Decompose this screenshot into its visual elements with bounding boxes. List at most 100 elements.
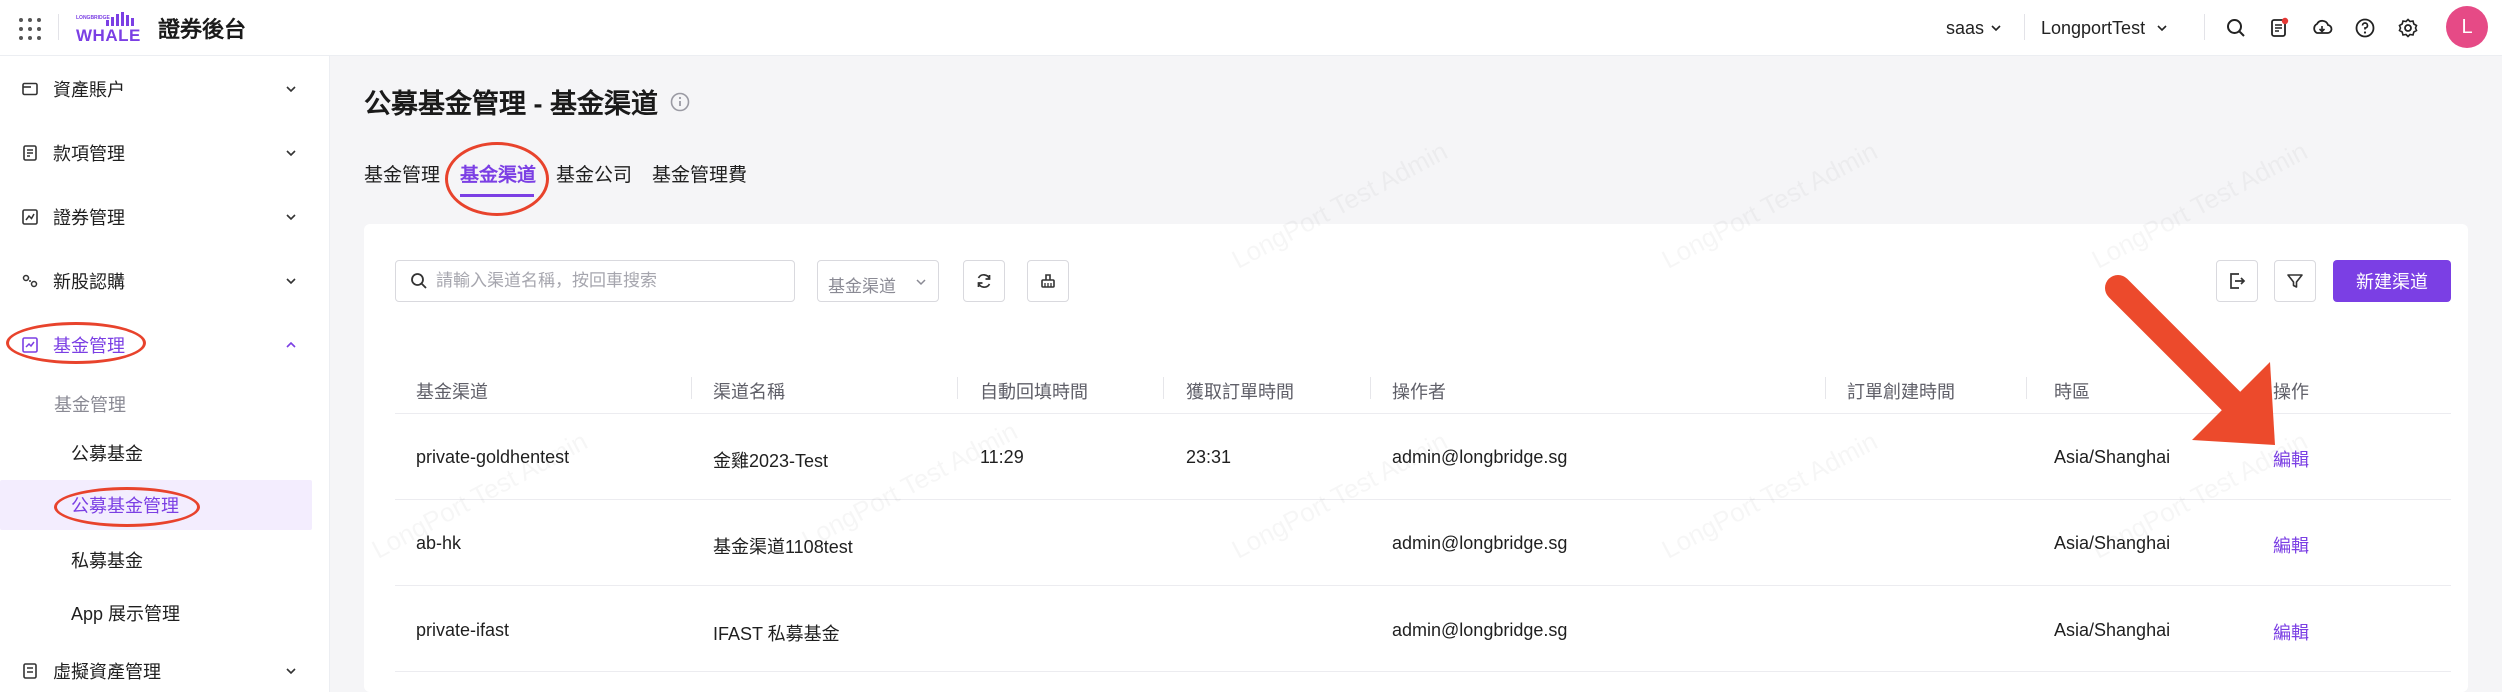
help-icon[interactable]	[2352, 15, 2378, 41]
sidebar-item-fund-management[interactable]: 基金管理	[0, 320, 330, 370]
logo-word: WHALE	[76, 26, 141, 45]
column-divider	[2026, 377, 2027, 399]
cell-timezone: Asia/Shanghai	[2054, 620, 2171, 640]
sidebar: 資產賬户 款項管理 證券管理 新股認購 基金管理 基金管理 公募基金 公募基金管…	[0, 56, 330, 692]
ledger-icon	[23, 145, 37, 161]
sidebar-item-ipo[interactable]: 新股認購	[0, 256, 330, 306]
cell-channel-name: IFAST 私募基金	[713, 624, 840, 644]
app-title: 證券後台	[158, 17, 247, 42]
apps-grid-icon[interactable]	[14, 14, 42, 42]
chart-icon	[22, 209, 38, 225]
channel-filter-value: 基金渠道	[828, 277, 896, 296]
top-bar: LONGBRIDGE WHALE 證券後台 saas LongportTest …	[0, 0, 2502, 56]
column-header-operator: 操作者	[1392, 382, 1446, 402]
clear-button[interactable]	[1027, 260, 1069, 302]
chevron-down-icon	[916, 279, 926, 286]
annotation-arrow-icon	[2105, 275, 2275, 445]
cell-fetch-order-time: 23:31	[1186, 447, 1232, 467]
sidebar-subitem-public-fund-management[interactable]: 公募基金管理	[0, 480, 330, 530]
chevron-down-icon	[286, 214, 296, 221]
column-divider	[1370, 377, 1371, 399]
logo-small-text: LONGBRIDGE	[76, 15, 110, 21]
active-tab-indicator	[460, 194, 534, 197]
chevron-down-icon	[286, 86, 296, 93]
column-divider	[691, 377, 692, 399]
tenant-selector-label: saas	[1946, 17, 1985, 38]
cell-channel: ab-hk	[416, 533, 462, 553]
broom-icon	[1041, 274, 1055, 288]
sidebar-item-virtual-assets[interactable]: 虛擬資產管理	[0, 646, 330, 692]
logo[interactable]: LONGBRIDGE WHALE	[76, 9, 144, 45]
cell-channel: private-goldhentest	[416, 447, 570, 467]
channel-filter-select[interactable]: 基金渠道	[817, 260, 939, 302]
chevron-down-icon	[286, 668, 296, 675]
settings-icon[interactable]	[2395, 15, 2421, 41]
search-box[interactable]	[395, 260, 795, 302]
tab-fund-company[interactable]: 基金公司	[556, 160, 632, 187]
account-selector-label: LongportTest	[2041, 17, 2146, 38]
table-row: private-ifast IFAST 私募基金 admin@longbridg…	[395, 586, 2451, 672]
chevron-down-icon	[2157, 25, 2167, 32]
sidebar-item-assets[interactable]: 資產賬户	[0, 64, 330, 114]
cell-timezone: Asia/Shanghai	[2054, 533, 2171, 553]
chevron-down-icon	[286, 278, 296, 285]
sidebar-item-securities[interactable]: 證券管理	[0, 192, 330, 242]
avatar[interactable]: L	[2446, 6, 2488, 48]
refresh-icon	[977, 274, 991, 288]
new-channel-button[interactable]: 新建渠道	[2333, 260, 2451, 302]
column-divider	[957, 377, 958, 399]
sidebar-group-label: 基金管理	[54, 395, 126, 415]
cell-operator: admin@longbridge.sg	[1392, 533, 1568, 553]
table-row: ab-hk 基金渠道1108test admin@longbridge.sg A…	[395, 500, 2451, 586]
avatar-initial: L	[2461, 15, 2473, 38]
sidebar-item-label: 資產賬户	[53, 80, 125, 100]
column-header-fetch-order-time: 獲取訂單時間	[1186, 382, 1294, 402]
column-header-timezone: 時區	[2054, 382, 2090, 402]
page-title: 公募基金管理 - 基金渠道	[364, 89, 658, 119]
sidebar-subitem-label: 公募基金	[71, 444, 143, 464]
tenant-selector[interactable]: saas	[1946, 0, 2003, 56]
sidebar-item-label: 證券管理	[53, 208, 125, 228]
search-icon	[411, 273, 427, 289]
document-notification-icon[interactable]	[2266, 15, 2292, 41]
fund-icon	[22, 337, 38, 353]
tab-fund-management[interactable]: 基金管理	[364, 160, 440, 187]
sidebar-item-label: 新股認購	[53, 272, 125, 292]
cell-operator: admin@longbridge.sg	[1392, 447, 1568, 467]
sidebar-item-label: 款項管理	[53, 144, 125, 164]
sidebar-subitem-app-display[interactable]: App 展示管理	[0, 588, 330, 638]
sidebar-subitem-label: App 展示管理	[71, 604, 181, 624]
info-icon[interactable]	[669, 91, 691, 113]
edit-link[interactable]: 編輯	[2273, 619, 2309, 645]
column-header-channel-name: 渠道名稱	[713, 382, 785, 402]
column-header-channel: 基金渠道	[416, 382, 488, 402]
chevron-up-icon	[286, 341, 296, 348]
divider	[2024, 14, 2025, 40]
search-icon[interactable]	[2223, 15, 2249, 41]
column-header-autofill-time: 自動回填時間	[980, 382, 1088, 402]
sidebar-item-payments[interactable]: 款項管理	[0, 128, 330, 178]
chevron-down-icon	[286, 150, 296, 157]
sidebar-item-label: 基金管理	[53, 336, 125, 356]
divider	[2204, 14, 2205, 40]
download-icon[interactable]	[2309, 15, 2335, 41]
sidebar-subitem-private-fund[interactable]: 私募基金	[0, 535, 330, 585]
search-input[interactable]	[436, 269, 786, 293]
sidebar-item-label: 虛擬資產管理	[53, 662, 161, 682]
ipo-icon	[22, 274, 38, 288]
cell-channel: private-ifast	[416, 620, 510, 640]
sidebar-subitem-public-fund[interactable]: 公募基金	[0, 428, 330, 478]
column-divider	[1825, 377, 1826, 399]
cell-channel-name: 基金渠道1108test	[713, 537, 853, 557]
column-header-order-created-time: 訂單創建時間	[1847, 382, 1955, 402]
edit-link[interactable]: 編輯	[2273, 532, 2309, 558]
tab-fund-channel[interactable]: 基金渠道	[460, 160, 536, 187]
logo-bars	[106, 12, 134, 26]
column-divider	[1163, 377, 1164, 399]
refresh-button[interactable]	[963, 260, 1005, 302]
account-selector[interactable]: LongportTest	[2041, 0, 2169, 56]
sidebar-subitem-label: 公募基金管理	[71, 496, 179, 516]
crypto-icon	[23, 663, 37, 679]
divider	[58, 14, 59, 40]
tab-fund-management-fee[interactable]: 基金管理費	[652, 160, 747, 187]
